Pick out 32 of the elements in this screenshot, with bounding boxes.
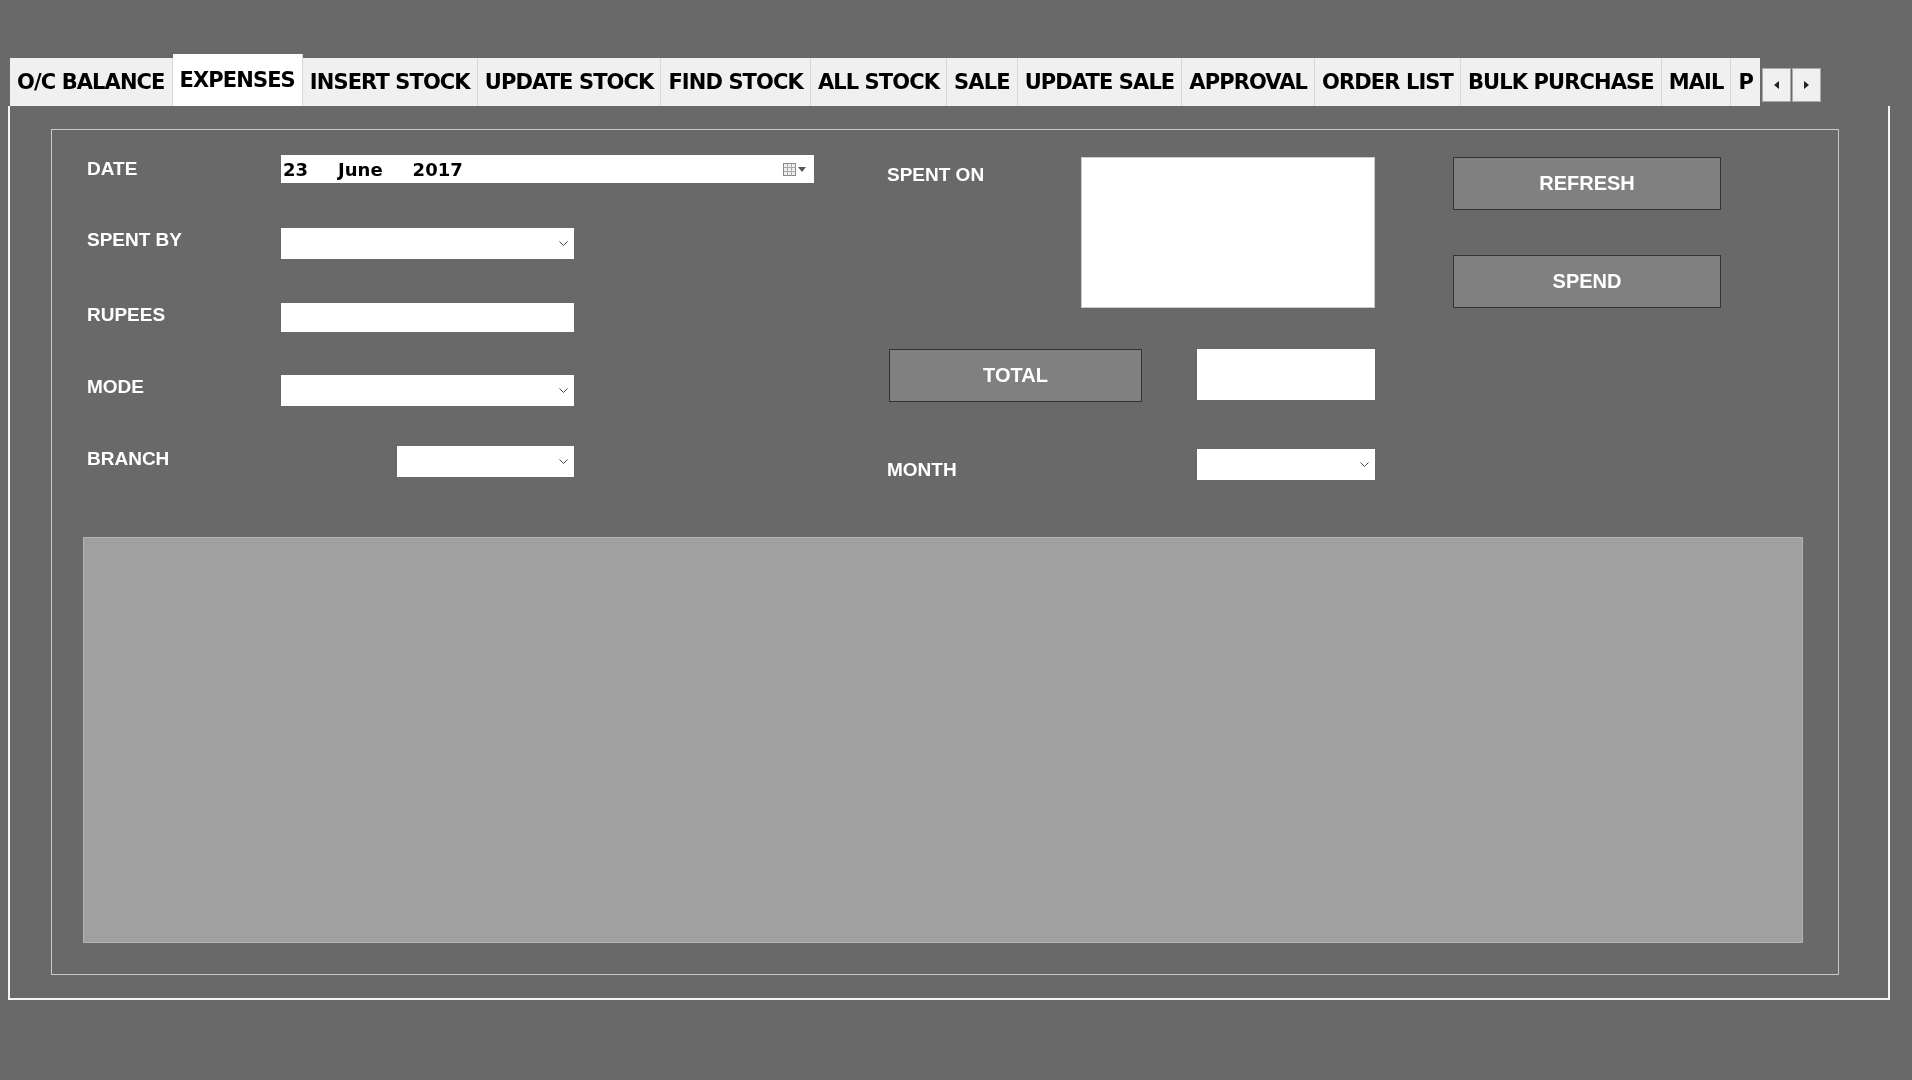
text-area[interactable]	[1081, 157, 1375, 308]
action-button[interactable]: SPEND	[1453, 255, 1721, 308]
field-label: SPENT ON	[887, 165, 985, 184]
left-arrow-icon	[1773, 81, 1779, 89]
dropdown[interactable]	[1197, 449, 1375, 480]
field-label: SPENT BY	[87, 230, 183, 249]
chevron-down-icon	[1360, 462, 1369, 467]
dropdown-arrow-icon	[798, 166, 806, 172]
scroll-left-button[interactable]	[1761, 68, 1791, 102]
total-field[interactable]	[1197, 349, 1375, 400]
right-arrow-icon	[1803, 81, 1809, 89]
chevron-down-icon	[559, 459, 568, 464]
date-picker[interactable]: 23 June 2017	[281, 155, 814, 183]
chevron-down-icon	[559, 241, 568, 246]
input-field[interactable]	[281, 303, 574, 332]
date-month: June	[338, 158, 383, 180]
dropdown[interactable]	[281, 228, 574, 259]
chevron-down-icon	[559, 388, 568, 393]
dropdown[interactable]	[281, 375, 574, 406]
field-label: MONTH	[887, 460, 957, 479]
field-label: BRANCH	[87, 449, 170, 468]
scroll-right-button[interactable]	[1791, 68, 1821, 102]
date-day: 23	[283, 158, 309, 180]
dropdown[interactable]	[397, 446, 574, 477]
field-label: MODE	[87, 377, 144, 396]
calendar-icon	[783, 162, 796, 176]
action-button[interactable]: REFRESH	[1453, 157, 1721, 210]
date-year: 2017	[412, 158, 463, 180]
tab[interactable]: EXPENSES	[172, 54, 303, 106]
field-label: RUPEES	[87, 305, 166, 324]
total-button[interactable]: TOTAL	[889, 349, 1142, 402]
field-label: DATE	[87, 159, 138, 178]
